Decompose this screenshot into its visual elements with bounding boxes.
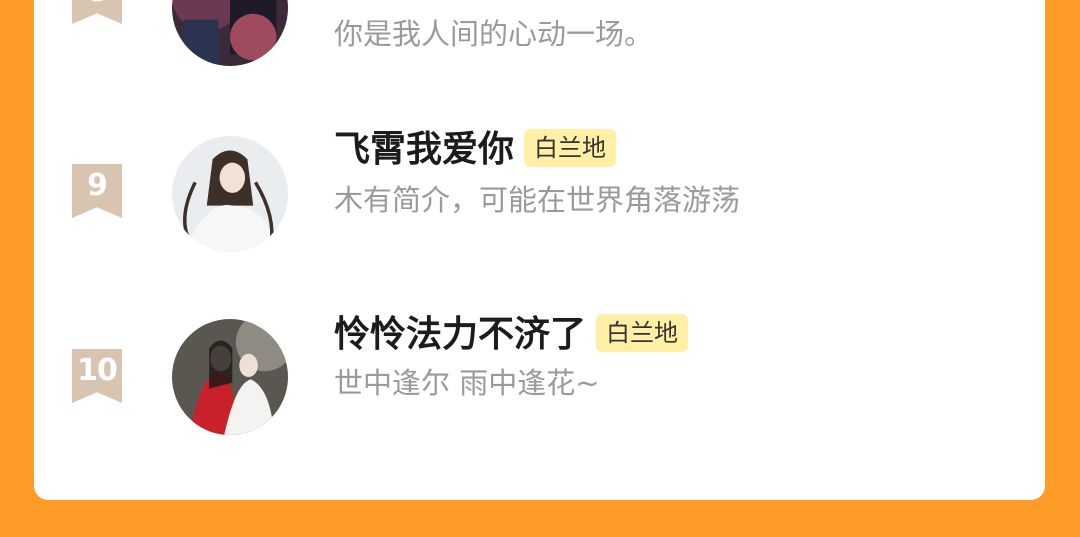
list-item[interactable]: 10 怜怜法力不济了 白兰地 世中逢尔 雨中逢花~ <box>34 313 1045 445</box>
ranking-card: 8 你是我人间的心动一场。 9 <box>34 0 1045 500</box>
level-badge: 白兰地 <box>596 314 689 352</box>
level-badge: 白兰地 <box>524 129 617 167</box>
avatar-image <box>172 136 288 252</box>
user-name: 怜怜法力不济了 白兰地 <box>334 313 689 357</box>
avatar-image <box>172 319 288 435</box>
rank-badge: 10 <box>72 349 122 403</box>
list-item[interactable]: 8 你是我人间的心动一场。 <box>34 0 1045 70</box>
user-bio: 你是我人间的心动一场。 <box>334 17 654 51</box>
rank-badge: 8 <box>72 0 122 24</box>
list-item[interactable]: 9 飞霄我爱你 白兰地 木有简介，可能在世界角落游荡 <box>34 128 1045 260</box>
avatar[interactable] <box>172 0 288 66</box>
avatar-image <box>172 0 288 66</box>
user-name: 飞霄我爱你 白兰地 <box>334 128 617 172</box>
user-name-text: 飞霄我爱你 <box>334 129 515 170</box>
user-bio: 世中逢尔 雨中逢花~ <box>334 366 600 400</box>
user-bio: 木有简介，可能在世界角落游荡 <box>334 183 741 217</box>
rank-badge: 9 <box>72 164 122 218</box>
user-name-text: 怜怜法力不济了 <box>334 314 587 355</box>
avatar[interactable] <box>172 319 288 435</box>
avatar[interactable] <box>172 136 288 252</box>
